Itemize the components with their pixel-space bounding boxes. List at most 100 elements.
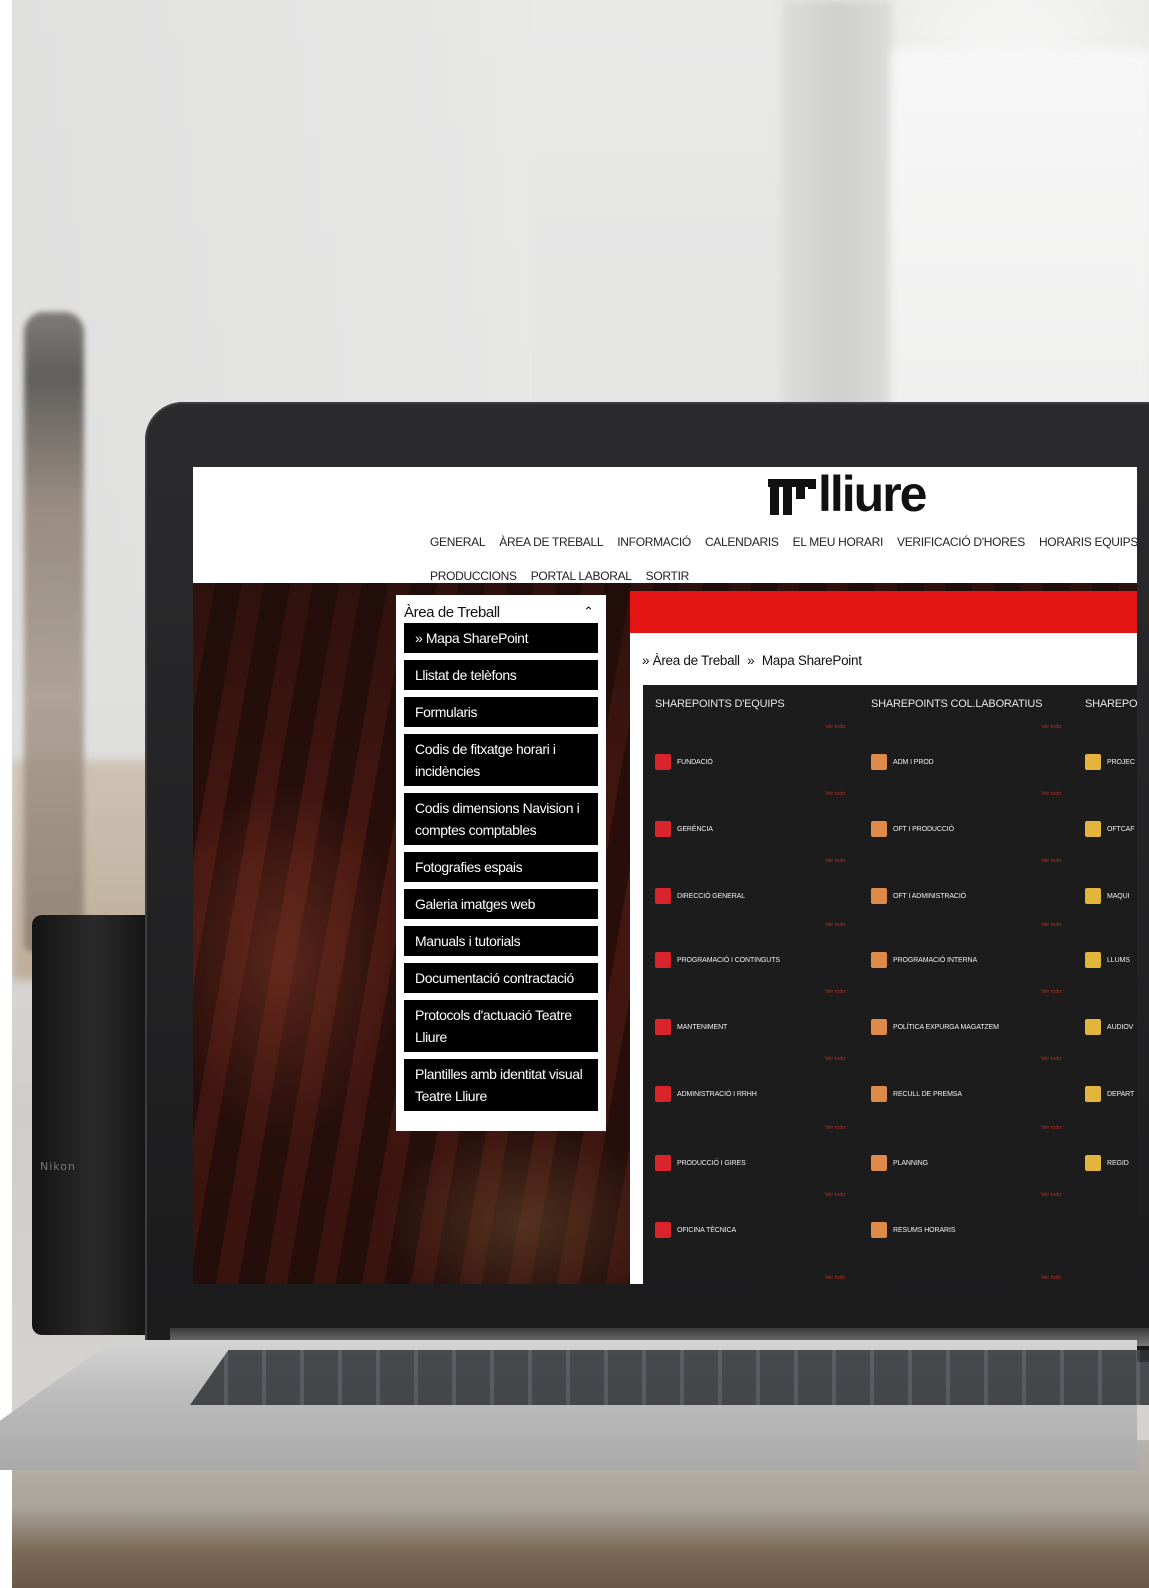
logo-mark-icon (768, 475, 816, 515)
sharepoint-label: OFTCAF (1107, 825, 1135, 833)
sharepoint-label: PLANNING (893, 1159, 928, 1167)
nav-item-calendaris[interactable]: CALENDARIS (705, 535, 779, 549)
nav-row-2: PRODUCCIONS PORTAL LABORAL SORTIR (430, 559, 1137, 593)
sidebar-header: Àrea de Treball ⌃ (404, 601, 598, 623)
sidebar-item-plantilles-amb-identitat-visual-teatre-lliure[interactable]: Plantilles amb identitat visual Teatre L… (404, 1059, 598, 1111)
column-header-3: SHAREPOI (1085, 698, 1137, 710)
sharepoint-link-programacio-interna[interactable]: PROGRAMACIÓ INTERNA (871, 950, 977, 970)
sharepoint-link-recull-de-premsa[interactable]: RECULL DE PREMSA (871, 1084, 962, 1104)
ver-todo-link[interactable]: Ver todo (1041, 1275, 1062, 1281)
breadcrumb-root[interactable]: » Àrea de Treball (642, 653, 740, 668)
sharepoint-link-oficina-tecnica[interactable]: OFICINA TÈCNICA (655, 1220, 736, 1240)
sidebar-item-protocols-d-actuacio-teatre-lliure[interactable]: Protocols d'actuació Teatre Lliure (404, 1000, 598, 1052)
ver-todo-link[interactable]: Ver todo (1041, 1125, 1062, 1131)
sidebar-item-llistat-de-telefons[interactable]: Llistat de telèfons (404, 660, 598, 690)
sharepoint-link-administracio-i-rrhh[interactable]: ADMINISTRACIÓ I RRHH (655, 1084, 757, 1104)
sharepoint-label: PROJEC (1107, 758, 1135, 766)
nav-item-produccions[interactable]: PRODUCCIONS (430, 569, 517, 583)
ver-todo-link[interactable]: Ver todo (1041, 791, 1062, 797)
nav-item-portal-laboral[interactable]: PORTAL LABORAL (531, 569, 632, 583)
ver-todo-link[interactable]: Ver todo (825, 1192, 846, 1198)
ver-todo-link[interactable]: Ver todo (825, 1056, 846, 1062)
nav-item-verificacio-d-hores[interactable]: VERIFICACIÓ D'HORES (897, 535, 1025, 549)
ver-todo-link[interactable]: Ver todo (825, 858, 846, 864)
sharepoint-link-resums-horaris[interactable]: RESUMS HORARIS (871, 1220, 955, 1240)
sharepoint-icon (871, 1019, 887, 1035)
sharepoint-label: POLÍTICA EXPURGA MAGATZEM (893, 1023, 999, 1031)
sidebar-item-codis-dimensions-navision-i-comptes-comptables[interactable]: Codis dimensions Navision i comptes comp… (404, 793, 598, 845)
breadcrumb-current: Mapa SharePoint (761, 653, 862, 668)
sharepoint-link-planning[interactable]: PLANNING (871, 1153, 928, 1173)
sharepoint-label: GERÈNCIA (677, 825, 713, 833)
sidebar-item-fotografies-espais[interactable]: Fotografies espais (404, 852, 598, 882)
ver-todo-link[interactable]: Ver todo (825, 922, 846, 928)
sidebar-item-galeria-imatges-web[interactable]: Galeria imatges web (404, 889, 598, 919)
sidebar-item-manuals-i-tutorials[interactable]: Manuals i tutorials (404, 926, 598, 956)
sharepoint-label: PRODUCCIÓ I GIRES (677, 1159, 746, 1167)
sharepoint-link-politica-expurga-magatzem[interactable]: POLÍTICA EXPURGA MAGATZEM (871, 1017, 999, 1037)
sharepoint-label: OFT I PRODUCCIÓ (893, 825, 954, 833)
sharepoint-icon (1085, 888, 1101, 904)
sharepoint-link-manteniment[interactable]: MANTENIMENT (655, 1017, 727, 1037)
sharepoint-link-depart[interactable]: DEPART (1085, 1084, 1134, 1104)
main-content: » Àrea de Treball » Mapa SharePoint SHAR… (630, 591, 1137, 1284)
sharepoint-icon (1085, 754, 1101, 770)
ver-todo-link[interactable]: Ver todo (1041, 724, 1062, 730)
sharepoint-link-direccio-general[interactable]: DIRECCIÓ GENERAL (655, 886, 745, 906)
ver-todo-link[interactable]: Ver todo (1041, 1192, 1062, 1198)
sharepoint-link-gerencia[interactable]: GERÈNCIA (655, 819, 713, 839)
ver-todo-link[interactable]: Ver todo (825, 791, 846, 797)
site-header: lliure GENERAL ÀREA DE TREBALL INFORMACIÓ C… (193, 467, 1137, 583)
sharepoint-grid: SHAREPOINTS D'EQUIPS Ver todo FUNDACIÓ Ver … (643, 685, 1137, 1284)
sharepoint-icon (871, 754, 887, 770)
laptop-keyboard (190, 1350, 1149, 1405)
window-pillar (782, 0, 892, 420)
sidebar-item-codis-de-fitxatge-horari-i-incidencies[interactable]: Codis de fitxatge horari i incidències (404, 734, 598, 786)
sharepoint-icon (871, 1086, 887, 1102)
sidebar-title: Àrea de Treball (404, 603, 500, 621)
sharepoint-label: DEPART (1107, 1090, 1135, 1098)
ver-todo-link[interactable]: Ver todo (1041, 989, 1062, 995)
sharepoint-label: AUDIOV (1107, 1023, 1134, 1031)
sharepoint-link-regid[interactable]: REGID (1085, 1153, 1129, 1173)
sharepoint-link-adm-i-prod[interactable]: ADM I PROD (871, 752, 934, 772)
sharepoint-link-llums[interactable]: LLUMS (1085, 950, 1130, 970)
sharepoint-icon (655, 1155, 671, 1171)
ver-todo-link[interactable]: Ver todo (825, 989, 846, 995)
sharepoint-link-programacio-i-continguts[interactable]: PROGRAMACIÓ I CONTINGUTS (655, 950, 780, 970)
nav-item-sortir[interactable]: SORTIR (646, 569, 690, 583)
sharepoint-link-produccio-i-gires[interactable]: PRODUCCIÓ I GIRES (655, 1153, 746, 1173)
nav-item-area-de-treball[interactable]: ÀREA DE TREBALL (499, 535, 603, 549)
logo-wordmark: lliure (818, 467, 927, 522)
sharepoint-icon (1085, 952, 1101, 968)
sharepoint-link-maqui[interactable]: MAQUI (1085, 886, 1130, 906)
sharepoint-link-audiov[interactable]: AUDIOV (1085, 1017, 1133, 1037)
ver-todo-link[interactable]: Ver todo (1041, 858, 1062, 864)
sidebar-item-formularis[interactable]: Formularis (404, 697, 598, 727)
ver-todo-link[interactable]: Ver todo (825, 1275, 846, 1281)
double-chevron-up-icon[interactable]: ⌃ (583, 604, 594, 620)
ver-todo-link[interactable]: Ver todo (825, 724, 846, 730)
sharepoint-label: DIRECCIÓ GENERAL (677, 892, 746, 900)
ver-todo-link[interactable]: Ver todo (1041, 922, 1062, 928)
sharepoint-link-oft-i-administracio[interactable]: OFT I ADMINISTRACIÓ (871, 886, 966, 906)
nav-item-horaris-equips[interactable]: HORARIS EQUIPS (1039, 535, 1137, 549)
sidebar-item-mapa-sharepoint[interactable]: » Mapa SharePoint (404, 623, 598, 653)
sidebar-item-documentacio-contractacio[interactable]: Documentació contractació (404, 963, 598, 993)
ver-todo-link[interactable]: Ver todo (1041, 1056, 1062, 1062)
column-header-2: SHAREPOINTS COL.LABORATIUS (871, 698, 1043, 710)
ver-todo-link[interactable]: Ver todo (825, 1125, 846, 1131)
sharepoint-icon (871, 952, 887, 968)
sharepoint-link-oft-i-produccio[interactable]: OFT I PRODUCCIÓ (871, 819, 954, 839)
sharepoint-link-oftcaf[interactable]: OFTCAF (1085, 819, 1135, 839)
sharepoint-icon (871, 1155, 887, 1171)
nav-item-informacio[interactable]: INFORMACIÓ (617, 535, 691, 549)
nav-row-1: GENERAL ÀREA DE TREBALL INFORMACIÓ CALENDAR… (430, 525, 1137, 559)
site-logo[interactable]: lliure (768, 467, 927, 522)
sharepoint-link-projec[interactable]: PROJEC (1085, 752, 1135, 772)
nav-item-el-meu-horari[interactable]: EL MEU HORARI (793, 535, 884, 549)
sharepoint-icon (1085, 1155, 1101, 1171)
nav-item-general[interactable]: GENERAL (430, 535, 486, 549)
sharepoint-link-fundacio[interactable]: FUNDACIÓ (655, 752, 713, 772)
sharepoint-label: RECULL DE PREMSA (893, 1090, 962, 1098)
